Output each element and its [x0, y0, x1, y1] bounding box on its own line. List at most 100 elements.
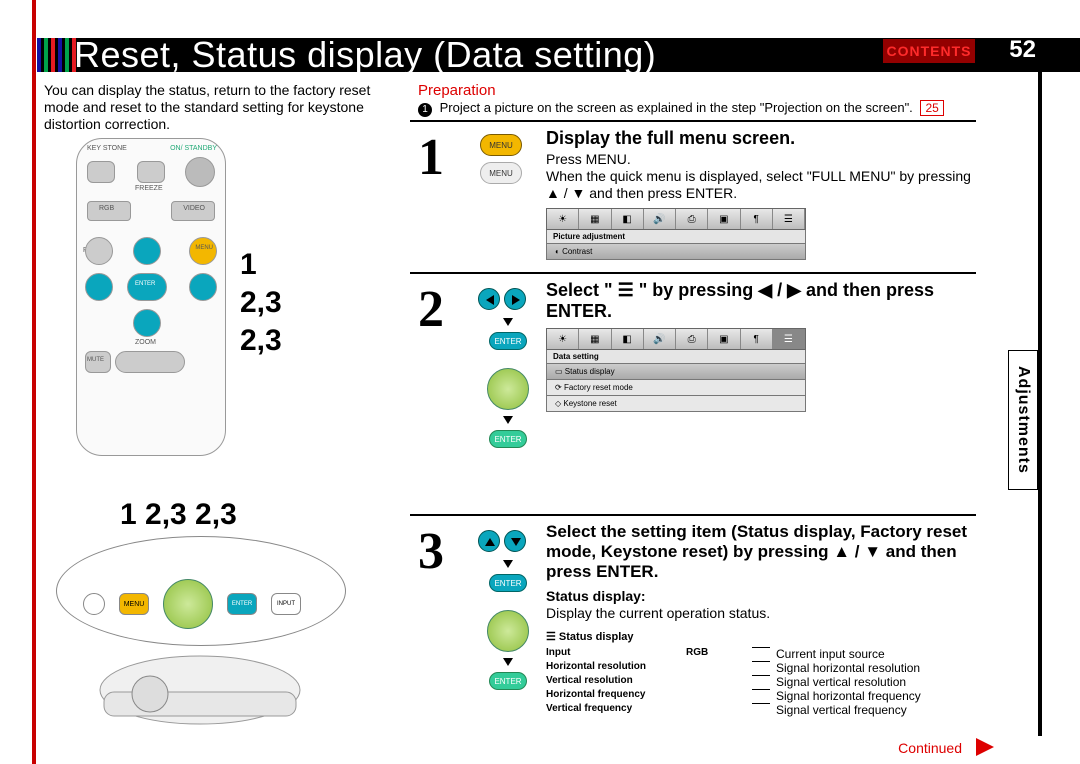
preparation-body: Project a picture on the screen as expla…: [440, 100, 913, 115]
continued-arrow-icon: [976, 738, 994, 756]
menu-sub-2: Data setting: [546, 350, 806, 364]
menu-bar-icon: ☀▦◧🔊⎙▣¶☰: [546, 208, 806, 230]
on-standby-button-icon: [185, 157, 215, 187]
bullet-1-icon: 1: [418, 103, 432, 117]
rule-2: [410, 272, 976, 274]
step-1-body: Press MENU. When the quick menu is displ…: [546, 151, 978, 202]
status-row-hres: Horizontal resolution Signal horizontal …: [546, 661, 966, 675]
up-arrow-icon: [478, 530, 500, 552]
preparation-heading: Preparation: [418, 82, 496, 99]
panel-jog-icon: [163, 579, 213, 629]
remote-label-enter: ENTER: [135, 281, 155, 287]
down-arrow-icon-4: [503, 658, 513, 666]
status-l-2: Vertical resolution: [546, 675, 686, 689]
menu-item-keystone-label: Keystone reset: [563, 399, 616, 408]
enter-pill-alt-icon-2: ENTER: [489, 672, 527, 690]
menu-button-icon: [189, 237, 217, 265]
status-r-3: Signal horizontal frequency: [776, 689, 966, 703]
step-2-number: 2: [418, 280, 466, 339]
menu-item-factory-label: Factory reset mode: [564, 383, 633, 392]
down-arrow-icon-2: [503, 416, 513, 424]
remote-label-mute: MUTE: [87, 357, 104, 363]
menu-item-contrast: ◐ Contrast: [546, 244, 806, 260]
section-tab[interactable]: Adjustments: [1008, 350, 1038, 490]
freeze-button-icon: [137, 161, 165, 183]
keystone-button-icon: [87, 161, 115, 183]
status-table: Status display Input RGB Current input s…: [546, 630, 966, 717]
left-red-rule: [32, 0, 36, 764]
status-r-2: Signal vertical resolution: [776, 675, 966, 689]
left-button-icon: [85, 273, 113, 301]
menu-item-contrast-label: Contrast: [562, 247, 592, 256]
reset-button-icon: [85, 237, 113, 265]
zoom-rocker-icon: [115, 351, 185, 373]
status-l-0: Input: [546, 647, 686, 661]
page-number: 52: [1009, 36, 1036, 64]
menu-pill-alt-icon: MENU: [480, 162, 522, 184]
status-r-1: Signal horizontal resolution: [776, 661, 966, 675]
status-l-1: Horizontal resolution: [546, 661, 686, 675]
enter-pill-alt-icon: ENTER: [489, 430, 527, 448]
panel-enter-icon: ENTER: [227, 593, 257, 615]
jog-icon-2: [487, 610, 529, 652]
step-3-subheading: Status display:: [546, 588, 646, 604]
menu-item-status-label: Status display: [565, 367, 615, 376]
page-ref-link[interactable]: 25: [920, 100, 943, 116]
down-arrow-btn-icon: [504, 530, 526, 552]
remote-label-video: VIDEO: [183, 205, 205, 212]
menu-pill-icon: MENU: [480, 134, 522, 156]
panel-input-icon: INPUT: [271, 593, 301, 615]
enter-pill-icon: ENTER: [489, 332, 527, 350]
step-3-title: Select the setting item (Status display,…: [546, 522, 978, 582]
projector-illustration: [90, 650, 310, 740]
enter-pill-icon-2: ENTER: [489, 574, 527, 592]
enter-button-icon: [127, 273, 167, 301]
step-2-title: Select " ☰ " by pressing ◀ / ▶ and then …: [546, 280, 978, 322]
up-button-icon: [133, 237, 161, 265]
step-1-title: Display the full menu screen.: [546, 128, 978, 149]
preparation-text: 1 Project a picture on the screen as exp…: [418, 100, 972, 117]
status-r-4: Signal vertical frequency: [776, 703, 966, 717]
continued-label: Continued: [898, 740, 962, 756]
remote-label-freeze: FREEZE: [135, 185, 163, 192]
jog-icon: [487, 368, 529, 410]
status-l-3: Horizontal frequency: [546, 689, 686, 703]
remote-label-keystone: KEY STONE: [87, 145, 127, 152]
down-arrow-icon-3: [503, 560, 513, 568]
remote-label-menu: MENU: [195, 245, 213, 251]
control-panel-illustration: MENU ENTER INPUT: [56, 536, 346, 646]
remote-ref-1: 1: [240, 248, 257, 282]
status-row-vfreq: Vertical frequency Signal vertical frequ…: [546, 703, 966, 717]
menu-item-factory: ⟳ Factory reset mode: [546, 380, 806, 396]
menu-bar-icon-2: ☀▦◧🔊⎙▣¶☰: [546, 328, 806, 350]
rule-3: [410, 514, 976, 516]
remote-label-onstandby: ON/ STANDBY: [170, 145, 217, 152]
menu-sub-1: Picture adjustment: [546, 230, 806, 244]
down-button-icon: [133, 309, 161, 337]
status-table-title: Status display: [546, 630, 966, 643]
panel-power-icon: [83, 593, 105, 615]
remote-label-zoom: ZOOM: [135, 339, 156, 346]
remote-ref-2: 2,3: [240, 286, 282, 320]
left-arrow-icon: [478, 288, 500, 310]
status-r-0: Current input source: [776, 647, 966, 661]
panel-menu-icon: MENU: [119, 593, 149, 615]
status-row-hfreq: Horizontal frequency Signal horizontal f…: [546, 689, 966, 703]
remote-label-rgb: RGB: [99, 205, 114, 212]
rule-1: [410, 120, 976, 122]
step-3-subbody: Display the current operation status.: [546, 605, 978, 622]
remote-ref-3: 2,3: [240, 324, 282, 358]
right-button-icon: [189, 273, 217, 301]
status-l-4: Vertical frequency: [546, 703, 686, 717]
menu-item-keystone: ◇ Keystone reset: [546, 396, 806, 412]
status-m-0: RGB: [686, 647, 746, 661]
right-arrow-icon: [504, 288, 526, 310]
status-row-input: Input RGB Current input source: [546, 647, 966, 661]
contents-button[interactable]: CONTENTS: [882, 38, 976, 64]
remote-illustration: KEY STONE ON/ STANDBY FREEZE RGB VIDEO R…: [76, 138, 226, 456]
page-title: Reset, Status display (Data setting): [74, 34, 656, 76]
step-3-number: 3: [418, 522, 466, 581]
step-1-number: 1: [418, 128, 466, 187]
intro-text: You can display the status, return to th…: [44, 82, 402, 133]
step-1-icons: MENU MENU: [480, 134, 536, 190]
